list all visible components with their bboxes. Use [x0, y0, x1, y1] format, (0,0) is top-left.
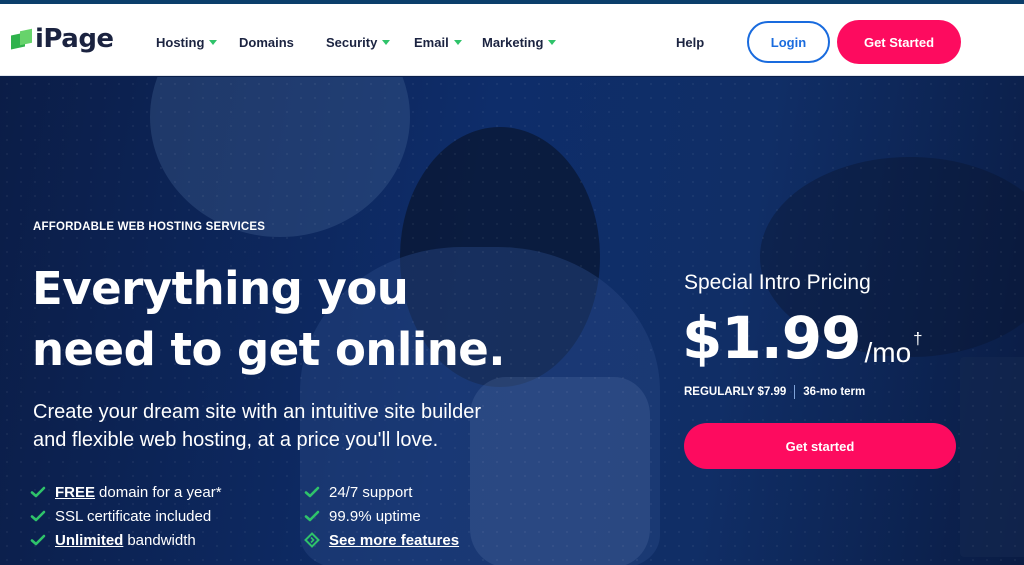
nav-label: Domains	[239, 34, 294, 50]
get-started-nav-button[interactable]: Get Started	[837, 20, 961, 64]
term-length: 36-mo term	[803, 386, 866, 398]
nav-item-marketing[interactable]: Marketing	[482, 32, 557, 52]
nav-label: Hosting	[156, 34, 205, 50]
feature-text: bandwidth	[127, 531, 196, 549]
feature-uptime: 99.9% uptime	[304, 505, 421, 527]
regular-price: REGULARLY $7.99	[684, 386, 787, 398]
feature-ssl: SSL certificate included	[30, 505, 211, 527]
nav-label: Email	[414, 34, 449, 50]
price-footnote-mark: †	[913, 329, 923, 348]
subheading-line-1: Create your dream site with an intuitive…	[33, 401, 481, 423]
feature-text: domain for a year*	[99, 483, 222, 501]
nav-item-hosting[interactable]: Hosting	[156, 32, 218, 52]
caret-down-icon	[453, 39, 462, 45]
headline-line-1: Everything you	[32, 262, 409, 315]
price-amount: $1.99	[682, 304, 861, 372]
nav-item-help[interactable]: Help	[676, 32, 704, 52]
feature-list: FREE domain for a year* SSL certificate …	[30, 481, 530, 553]
nav-item-security[interactable]: Security	[326, 32, 391, 52]
check-icon	[30, 510, 46, 522]
get-started-hero-button[interactable]: Get started	[684, 423, 956, 469]
feature-text: SSL certificate included	[55, 507, 212, 525]
caret-down-icon	[209, 39, 218, 45]
regular-price-row: REGULARLY $7.99 36-mo term	[684, 384, 865, 400]
ipage-logo-icon	[11, 28, 33, 50]
feature-emphasis[interactable]: Unlimited	[55, 532, 123, 549]
nav-label: Marketing	[482, 34, 544, 50]
check-icon	[304, 510, 320, 522]
feature-bandwidth: Unlimited bandwidth	[30, 529, 196, 551]
divider	[794, 385, 796, 399]
see-more-features[interactable]: See more features	[304, 529, 459, 551]
see-more-features-link[interactable]: See more features	[329, 532, 459, 549]
feature-text: 24/7 support	[329, 483, 413, 501]
diamond-arrow-icon	[304, 532, 320, 548]
check-icon	[30, 534, 46, 546]
check-icon	[30, 486, 46, 498]
feature-free-domain: FREE domain for a year*	[30, 481, 222, 503]
price-display: $1.99 /mo †	[682, 303, 923, 373]
top-navigation: iPage Hosting Domains Security Email Mar…	[0, 4, 1024, 76]
subheading-line-2: and flexible web hosting, at a price you…	[33, 429, 439, 451]
hero-eyebrow: AFFORDABLE WEB HOSTING SERVICES	[33, 221, 266, 233]
feature-support: 24/7 support	[304, 481, 412, 503]
price-unit: /mo	[864, 337, 912, 368]
feature-text: 99.9% uptime	[329, 507, 421, 525]
ipage-logo[interactable]: iPage	[11, 21, 114, 57]
nav-label: Help	[676, 34, 705, 50]
hero-headline: Everything you need to get online.	[32, 258, 592, 380]
feature-emphasis[interactable]: FREE	[55, 484, 95, 501]
pricing-label: Special Intro Pricing	[684, 271, 871, 294]
caret-down-icon	[382, 39, 391, 45]
nav-item-email[interactable]: Email	[414, 32, 462, 52]
hero-section: AFFORDABLE WEB HOSTING SERVICES Everythi…	[0, 77, 1024, 565]
nav-label: Security	[326, 34, 378, 50]
login-button[interactable]: Login	[747, 21, 830, 63]
caret-down-icon	[548, 39, 557, 45]
nav-item-domains[interactable]: Domains	[239, 32, 294, 52]
check-icon	[304, 486, 320, 498]
logo-text: iPage	[35, 24, 114, 54]
hero-subheading: Create your dream site with an intuitive…	[33, 398, 593, 454]
headline-line-2: need to get online.	[32, 323, 505, 376]
